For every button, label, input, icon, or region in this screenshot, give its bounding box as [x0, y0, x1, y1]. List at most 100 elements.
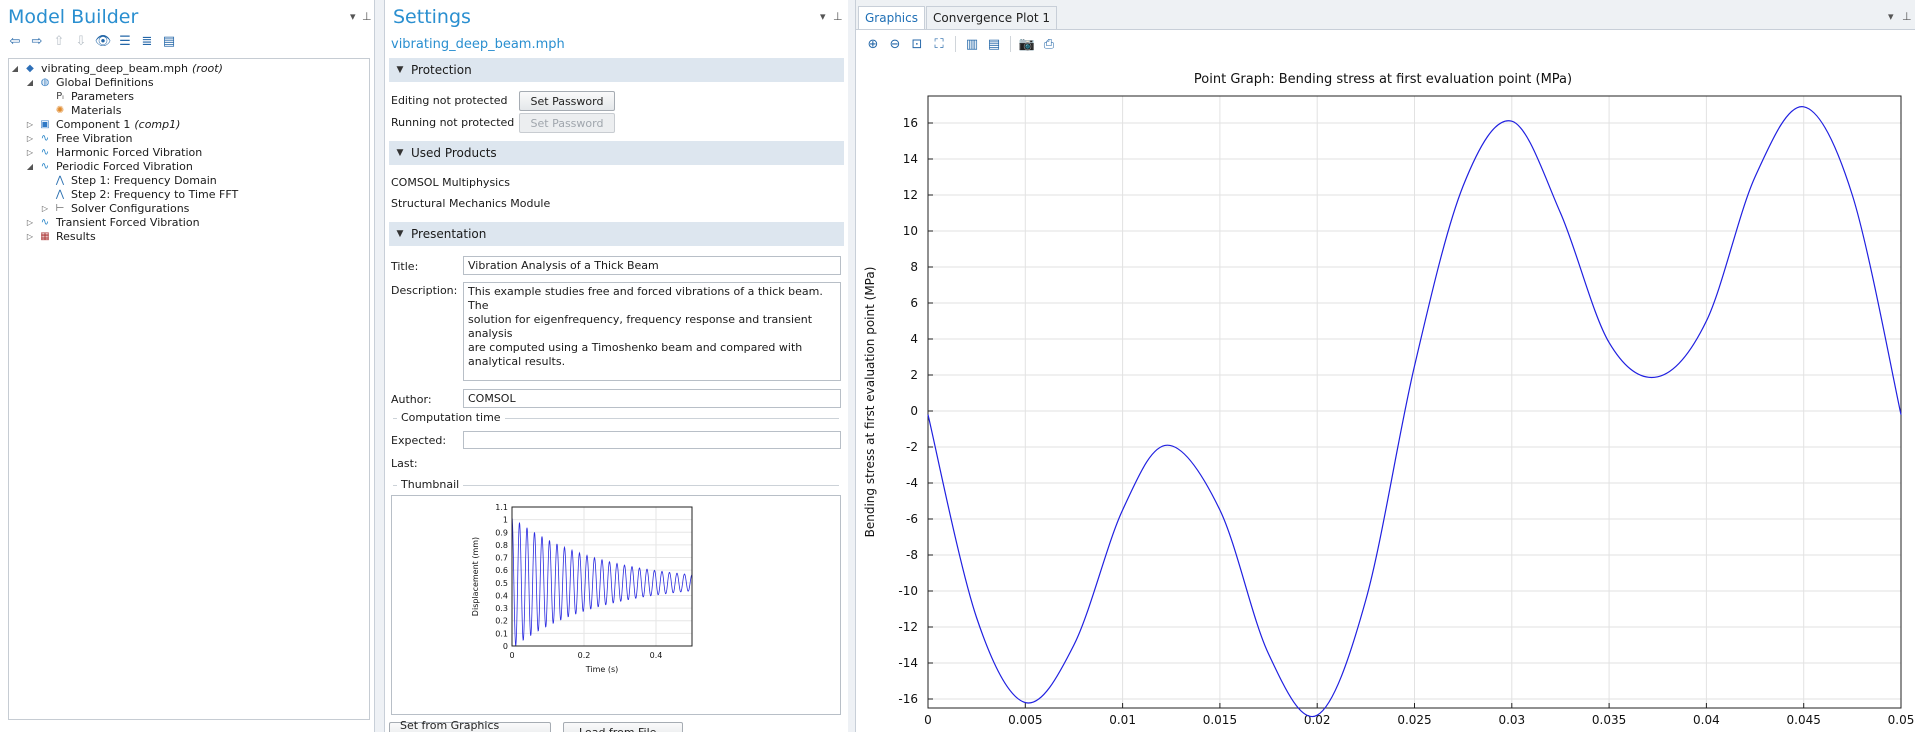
- title-field[interactable]: Vibration Analysis of a Thick Beam: [463, 256, 841, 275]
- thumb-y-tick-label: 0.2: [495, 617, 508, 626]
- y-tick-label: 0: [910, 404, 918, 418]
- results-icon: ▦: [40, 231, 50, 242]
- thumb-x-tick-label: 0.4: [650, 651, 663, 660]
- y-tick-label: 10: [903, 224, 918, 238]
- tab-graphics[interactable]: Graphics: [858, 6, 925, 29]
- collapsed-twisty-icon[interactable]: ▷: [24, 218, 36, 227]
- splitter[interactable]: [375, 0, 384, 732]
- panel-menu-icon[interactable]: ▾: [350, 10, 356, 23]
- thumb-y-tick-label: 0: [503, 642, 508, 651]
- grid-icon[interactable]: ▥: [963, 35, 981, 53]
- pin-icon[interactable]: ⊥: [833, 10, 843, 23]
- expand-icon[interactable]: ≣: [138, 32, 156, 50]
- protection-section-header[interactable]: ▼ Protection: [389, 58, 844, 82]
- y-tick-label: -14: [898, 656, 918, 670]
- presentation-section-header[interactable]: ▼ Presentation: [389, 222, 844, 246]
- thumb-y-tick-label: 0.8: [495, 541, 508, 550]
- thumb-y-tick-label: 1.1: [495, 503, 508, 512]
- zoom-in-icon[interactable]: ⊕: [864, 35, 882, 53]
- thumbnail-frame: 0 0.1 0.2 0.3 0.4 0.5 0.6 0.7 0.8 0.9 1 1.1 0 0.2 0.4 T…: [391, 495, 841, 715]
- model-builder-toolbar: ⇦ ⇨ ⇧ ⇩ 👁 ☰ ≣ ▤: [6, 32, 178, 50]
- y-tick-label: -2: [906, 440, 918, 454]
- x-tick-label: 0.005: [1008, 713, 1042, 727]
- x-tick-label: 0.03: [1498, 713, 1525, 727]
- expanded-twisty-icon[interactable]: ◢: [24, 162, 36, 171]
- y-tick-label: 6: [910, 296, 918, 310]
- graphics-toolbar: ⊕ ⊖ ⊡ ⛶ ▥ ▤ 📷 ⎙: [864, 35, 1058, 53]
- tree-node-label: Results: [56, 230, 96, 243]
- move-up-icon[interactable]: ⇧: [50, 32, 68, 50]
- y-tick-label: -6: [906, 512, 918, 526]
- author-field[interactable]: COMSOL: [463, 389, 841, 408]
- camera-icon[interactable]: 📷: [1018, 35, 1036, 53]
- thumb-y-tick-label: 0.9: [495, 528, 508, 537]
- running-protection-label: Running not protected: [391, 116, 515, 129]
- point-graph-plot[interactable]: Point Graph: Bending stress at first eva…: [856, 54, 1915, 732]
- settings-panel: Settings ▾ ⊥ vibrating_deep_beam.mph ▼ P…: [384, 0, 849, 732]
- table-icon[interactable]: ▤: [985, 35, 1003, 53]
- collapsed-twisty-icon[interactable]: ▷: [24, 134, 36, 143]
- zoom-box-icon[interactable]: ⊡: [908, 35, 926, 53]
- y-tick-label: -8: [906, 548, 918, 562]
- expanded-twisty-icon[interactable]: ◢: [9, 64, 21, 73]
- splitter[interactable]: [848, 0, 855, 732]
- x-tick-label: 0.015: [1203, 713, 1237, 727]
- description-field[interactable]: This example studies free and forced vib…: [463, 282, 841, 381]
- y-tick-label: -10: [898, 584, 918, 598]
- settings-title: Settings: [393, 6, 471, 28]
- expected-field[interactable]: [463, 431, 841, 449]
- print-icon[interactable]: ⎙: [1040, 35, 1058, 53]
- graphics-panel: Graphics Convergence Plot 1 ▾ ⊥ ⊕ ⊖ ⊡ ⛶ …: [855, 0, 1915, 732]
- y-tick-label: 12: [903, 188, 918, 202]
- tree-node-suffix: (comp1): [134, 118, 181, 131]
- collapsed-twisty-icon[interactable]: ▷: [24, 148, 36, 157]
- toolbar-separator: [1010, 36, 1011, 52]
- tree-node-suffix: (root): [192, 62, 223, 75]
- set-password-running-button[interactable]: Set Password: [519, 113, 615, 133]
- thumb-y-tick-label: 0.1: [495, 629, 508, 638]
- collapse-icon[interactable]: ☰: [116, 32, 134, 50]
- show-icon[interactable]: 👁: [94, 32, 112, 50]
- back-arrow-icon[interactable]: ⇦: [6, 32, 24, 50]
- forward-arrow-icon[interactable]: ⇨: [28, 32, 46, 50]
- thumb-y-tick-label: 1: [503, 516, 508, 525]
- collapsed-twisty-icon[interactable]: ▷: [24, 120, 36, 129]
- plot-grid: [927, 96, 1902, 708]
- thumb-y-tick-label: 0.6: [495, 566, 508, 575]
- load-from-file-button[interactable]: Load from File...: [563, 722, 683, 732]
- x-tick-label: 0.045: [1787, 713, 1821, 727]
- expanded-twisty-icon[interactable]: ◢: [24, 78, 36, 87]
- collapsed-twisty-icon[interactable]: ▷: [24, 232, 36, 241]
- tree-node[interactable]: ▷ ▦ Results: [24, 228, 96, 245]
- y-tick-label: -16: [898, 692, 918, 706]
- plot-title: Point Graph: Bending stress at first eva…: [1194, 72, 1572, 87]
- zoom-extents-icon[interactable]: ⛶: [930, 35, 948, 53]
- panel-menu-icon[interactable]: ▾: [820, 10, 826, 23]
- set-from-graphics-window-button[interactable]: Set from Graphics Window: [389, 719, 551, 732]
- zoom-out-icon[interactable]: ⊖: [886, 35, 904, 53]
- thumb-y-tick-label: 0.5: [495, 579, 508, 588]
- settings-subtitle: vibrating_deep_beam.mph: [391, 37, 565, 52]
- description-line: This example studies free and forced vib…: [468, 285, 823, 312]
- x-tick-label: 0: [924, 713, 932, 727]
- thumb-y-tick-label: 0.7: [495, 554, 508, 563]
- pin-icon[interactable]: ⊥: [1902, 10, 1912, 23]
- thumb-x-tick-label: 0.2: [578, 651, 591, 660]
- collapse-triangle-icon: ▼: [396, 148, 404, 158]
- description-label: Description:: [391, 284, 458, 297]
- y-tick-label: 16: [903, 116, 918, 130]
- move-down-icon[interactable]: ⇩: [72, 32, 90, 50]
- used-products-section-header[interactable]: ▼ Used Products: [389, 141, 844, 165]
- pin-icon[interactable]: ⊥: [362, 10, 372, 23]
- tab-convergence-plot[interactable]: Convergence Plot 1: [926, 6, 1057, 29]
- x-tick-label: 0.05: [1888, 713, 1915, 727]
- collapsed-twisty-icon[interactable]: ▷: [39, 204, 51, 213]
- set-password-editing-button[interactable]: Set Password: [519, 91, 615, 111]
- options-icon[interactable]: ▤: [160, 32, 178, 50]
- thumbnail-image: 0 0.1 0.2 0.3 0.4 0.5 0.6 0.7 0.8 0.9 1 1.1 0 0.2 0.4 T…: [471, 503, 693, 674]
- panel-menu-icon[interactable]: ▾: [1888, 10, 1894, 23]
- y-tick-label: -12: [898, 620, 918, 634]
- model-builder-panel: Model Builder ▾ ⊥ ⇦ ⇨ ⇧ ⇩ 👁 ☰ ≣ ▤ ◢ ◆ vibr…: [0, 0, 375, 732]
- y-tick-label: 4: [910, 332, 918, 346]
- product-item: COMSOL Multiphysics: [391, 176, 511, 189]
